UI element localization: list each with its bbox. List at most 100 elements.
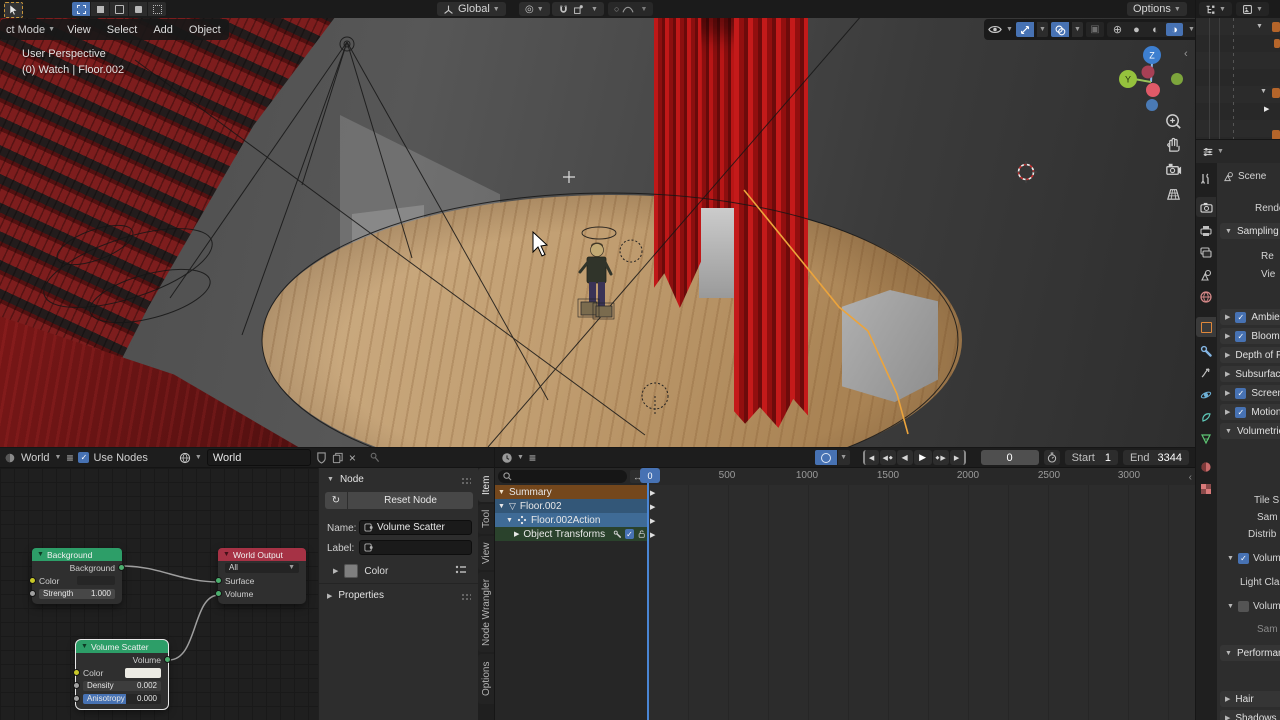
menu-object[interactable]: Object <box>181 24 229 36</box>
mode-dropdown[interactable]: ct Mode▼ <box>2 24 59 36</box>
input-socket[interactable] <box>73 682 80 689</box>
play-button[interactable]: ▶ <box>914 450 932 465</box>
keyframe-marker[interactable]: ▶ <box>650 503 655 511</box>
timeline-editor-type-dropdown[interactable]: ▼ <box>501 452 524 464</box>
input-socket[interactable] <box>29 577 36 584</box>
hair-panel[interactable]: ▶Hair <box>1220 691 1280 707</box>
output-socket[interactable] <box>118 564 125 571</box>
timeline-grid[interactable]: ▶ ▶ ▶ ▶ <box>648 485 1195 720</box>
timeline-ruler[interactable]: 500 1000 1500 2000 2500 3000 ‹ <box>648 468 1195 486</box>
playhead-line[interactable] <box>647 483 649 720</box>
volumetric-shadows-row[interactable]: ▼Volum <box>1227 599 1280 614</box>
depth-of-field-panel[interactable]: ▶Depth of Fi <box>1220 347 1280 363</box>
tab-item[interactable]: Item <box>478 468 495 502</box>
gizmos-toggle[interactable] <box>1016 22 1034 37</box>
visibility-dropdown[interactable]: ▼ <box>988 24 1013 35</box>
menu-view[interactable]: View <box>59 24 99 36</box>
tab-output[interactable] <box>1196 221 1216 241</box>
density-slider[interactable]: Density0.002 <box>83 681 161 691</box>
disclosure-triangle-icon[interactable]: ▼ <box>1256 23 1263 30</box>
motion-blur-checkbox[interactable]: ✓ <box>1235 407 1246 418</box>
prev-keyframe-button[interactable]: ◀◆ <box>880 450 896 465</box>
channel-summary[interactable]: ▼Summary <box>495 485 648 499</box>
tab-world[interactable] <box>1196 287 1216 307</box>
region-border[interactable] <box>1196 139 1280 140</box>
channel-search-input[interactable] <box>498 470 627 483</box>
tab-tool[interactable]: Tool <box>478 504 495 534</box>
duplicate-icon[interactable] <box>332 452 344 464</box>
fake-user-shield-icon[interactable] <box>316 452 327 464</box>
pivot-point-dropdown[interactable]: ◎▼ <box>519 2 550 16</box>
snapping-controls[interactable]: ▼ <box>552 2 604 16</box>
node-section-header[interactable]: ▼Node <box>327 474 364 485</box>
color-subsection[interactable]: ▶ Color <box>333 564 388 578</box>
jump-to-start-button[interactable]: ◀ <box>863 450 879 465</box>
tab-texture[interactable] <box>1196 479 1216 499</box>
modifier-wrench-icon[interactable] <box>613 529 621 539</box>
input-socket[interactable] <box>73 669 80 676</box>
bloom-checkbox[interactable]: ✓ <box>1235 331 1246 342</box>
shadows-panel[interactable]: ▶Shadows <box>1220 710 1280 720</box>
3d-viewport[interactable]: ct Mode▼ View Select Add Object ▼ ▼ ▼ ▣ … <box>0 18 1195 448</box>
subsurface-panel[interactable]: ▶Subsurface <box>1220 366 1280 382</box>
tab-object[interactable] <box>1196 317 1216 337</box>
world-output-node[interactable]: ▼World Output All▼ Surface Volume <box>218 548 306 604</box>
viewport-zoom-tool[interactable] <box>1164 112 1183 131</box>
volume-input-socket[interactable] <box>215 590 222 597</box>
frame-end-field[interactable]: End 3344 <box>1123 450 1189 465</box>
viewport-pan-tool[interactable] <box>1164 135 1183 154</box>
tab-scene[interactable] <box>1196 265 1216 285</box>
tab-view-layer[interactable] <box>1196 243 1216 263</box>
motion-blur-panel[interactable]: ▶✓Motion B <box>1220 404 1280 420</box>
xray-toggle[interactable]: ▣ <box>1086 22 1104 37</box>
background-node[interactable]: ▼Background Background Color Strength1.0… <box>32 548 122 604</box>
select-invert-button[interactable] <box>129 2 147 16</box>
tab-view[interactable]: View <box>478 536 495 570</box>
sidebar-collapse-arrow[interactable]: ‹ <box>1184 48 1188 60</box>
current-frame-field[interactable]: 0 <box>981 450 1039 465</box>
disclosure-triangle-icon[interactable]: ▶ <box>1264 105 1269 113</box>
keyframe-marker[interactable]: ▶ <box>650 517 655 525</box>
sampling-panel-header[interactable]: ▼Sampling <box>1220 223 1280 239</box>
anisotropy-slider[interactable]: Anisotropy0.000 <box>83 694 161 704</box>
color-swatch[interactable] <box>77 576 115 585</box>
channel-enable-checkbox[interactable]: ✓ <box>625 529 633 539</box>
disclosure-triangle-icon[interactable]: ▼ <box>1260 88 1267 95</box>
panel-grip[interactable] <box>461 593 471 600</box>
region-border[interactable] <box>494 448 495 720</box>
unlink-icon[interactable]: × <box>349 451 356 465</box>
tab-object-data[interactable] <box>1196 429 1216 449</box>
select-extend-button[interactable] <box>91 2 109 16</box>
use-nodes-checkbox[interactable]: ✓ <box>78 452 89 463</box>
channel-floor002[interactable]: ▼▽Floor.002 <box>495 499 648 513</box>
keyframe-marker[interactable]: ▶ <box>650 489 655 497</box>
strength-slider[interactable]: Strength1.000 <box>39 589 115 599</box>
keyframe-marker[interactable]: ▶ <box>650 531 655 539</box>
shader-editor-type-dropdown[interactable] <box>4 452 16 464</box>
tab-material[interactable] <box>1196 457 1216 477</box>
playhead-frame-badge[interactable]: 0 <box>640 468 660 483</box>
timeline-menu-icon[interactable]: ≡ <box>529 451 536 465</box>
volumetric-lighting-checkbox[interactable]: ✓ <box>1238 553 1249 564</box>
pin-icon[interactable] <box>369 452 380 463</box>
performance-panel[interactable]: ▼Performanc <box>1220 645 1280 661</box>
next-keyframe-button[interactable]: ◆▶ <box>933 450 949 465</box>
screen-space-checkbox[interactable]: ✓ <box>1235 388 1246 399</box>
world-name-field[interactable]: World <box>207 449 311 466</box>
shading-solid-button[interactable]: ● <box>1128 23 1145 36</box>
tab-node-wrangler[interactable]: Node Wrangler <box>478 572 495 652</box>
transform-orientation-dropdown[interactable]: Global▼ <box>437 2 506 16</box>
surface-input-socket[interactable] <box>215 577 222 584</box>
breadcrumb[interactable]: Scene <box>1223 169 1266 184</box>
overlays-dropdown[interactable]: ▼ <box>1072 22 1083 37</box>
editor-menu-icon[interactable]: ≡ <box>66 451 73 465</box>
region-border[interactable] <box>1195 0 1196 720</box>
world-browse-dropdown[interactable]: ▼ <box>179 452 202 464</box>
channel-floor002action[interactable]: ▼ Floor.002Action <box>495 513 648 527</box>
shader-type-dropdown[interactable]: World▼ <box>21 452 61 464</box>
volumetrics-panel[interactable]: ▼Volumetric <box>1220 423 1280 439</box>
select-new-button[interactable] <box>72 2 90 16</box>
color-list-icon[interactable] <box>455 564 467 576</box>
frame-start-field[interactable]: Start 1 <box>1065 450 1118 465</box>
overlays-toggle[interactable] <box>1051 22 1069 37</box>
